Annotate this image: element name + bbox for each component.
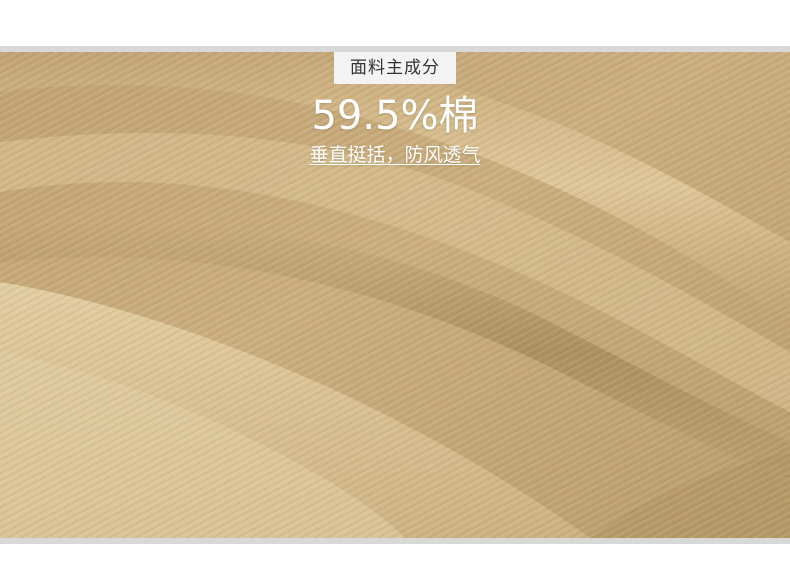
bottom-white-band: [0, 544, 790, 582]
cotton-percentage-headline: 59.5%棉: [311, 93, 479, 139]
fabric-benefits-subline: 垂直挺括，防风透气: [309, 144, 481, 166]
top-white-band: [0, 0, 790, 46]
fabric-composition-tag: 面料主成分: [334, 52, 456, 84]
